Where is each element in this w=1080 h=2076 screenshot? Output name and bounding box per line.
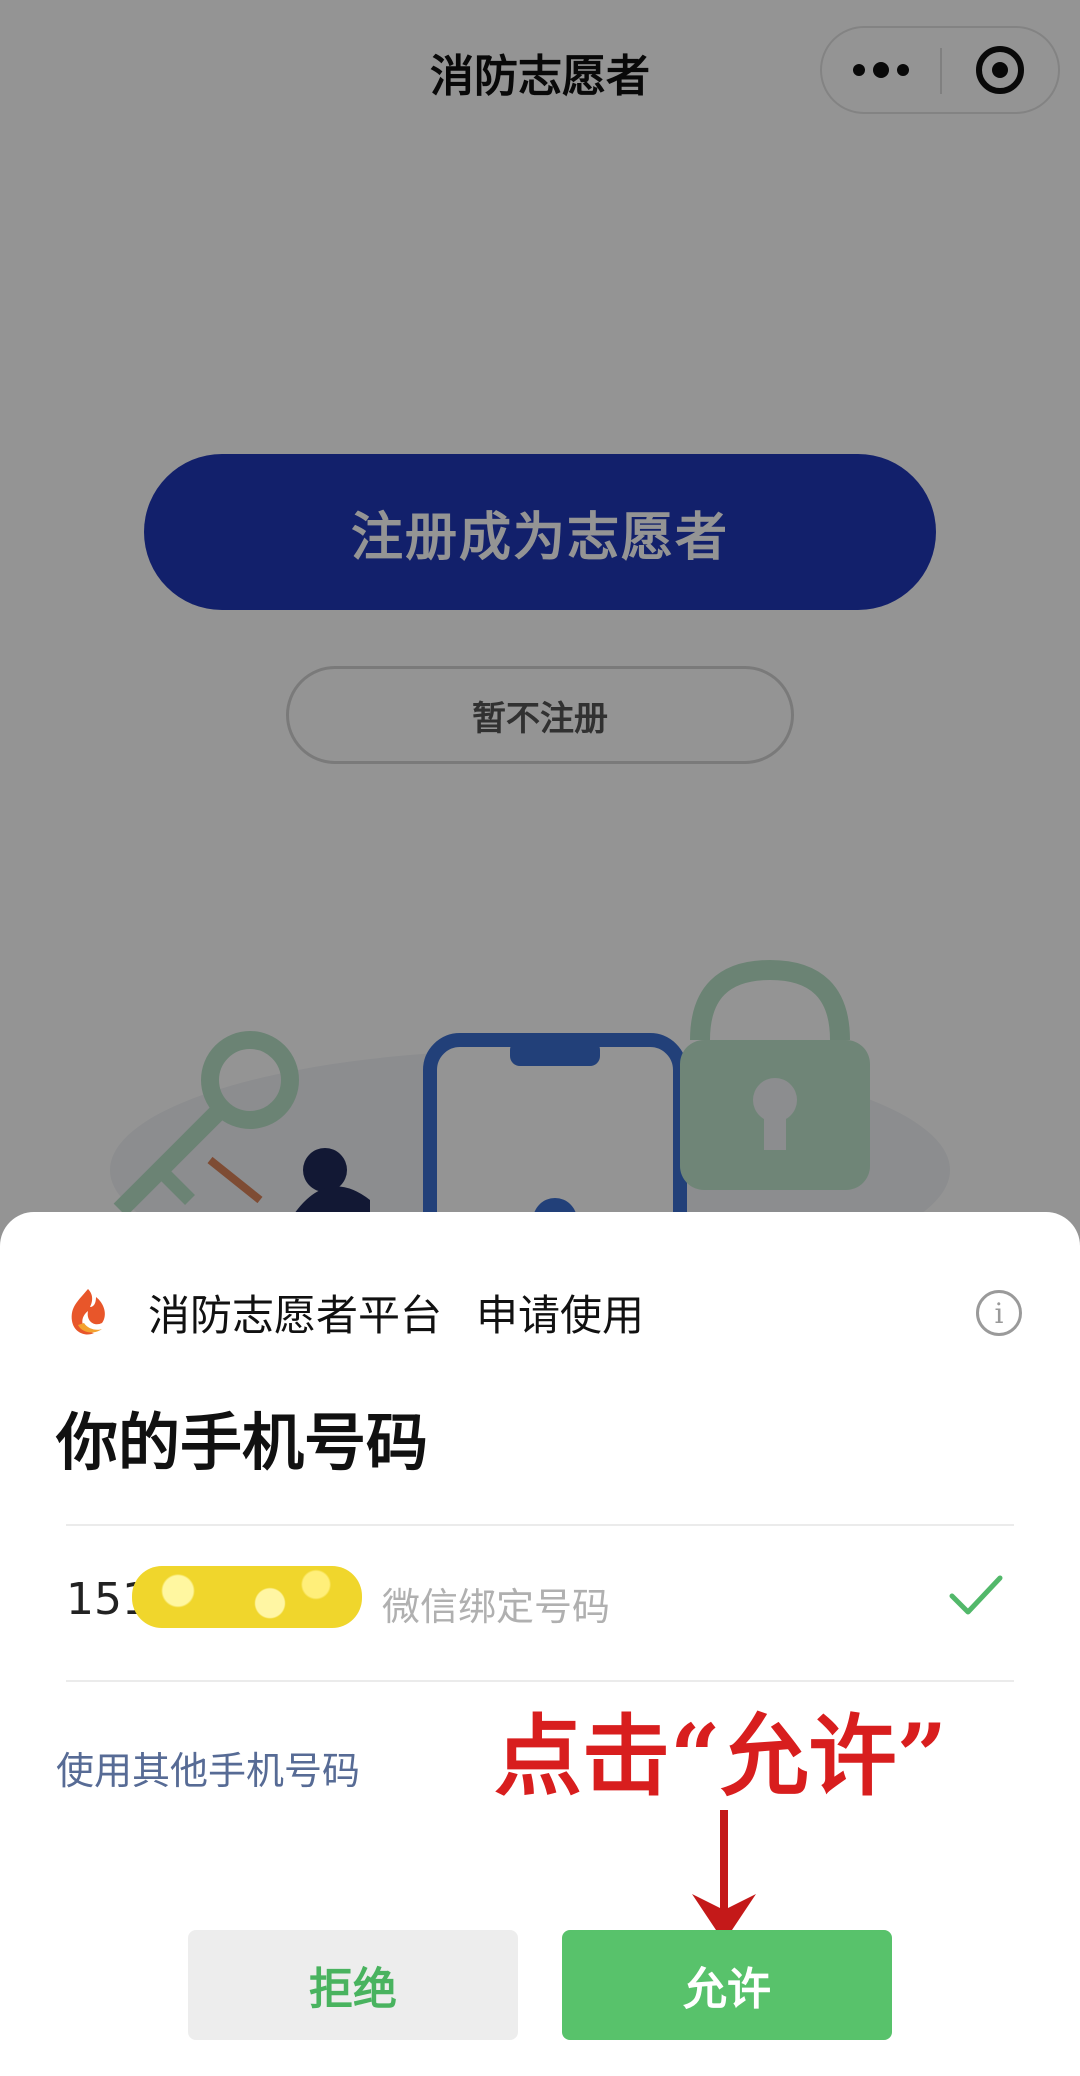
- info-icon[interactable]: i: [976, 1290, 1022, 1336]
- allow-button[interactable]: 允许: [562, 1930, 892, 2040]
- flame-logo-icon: [71, 1288, 105, 1334]
- phone-number-redaction: [132, 1566, 362, 1628]
- phone-auth-sheet: 消防志愿者平台 申请使用 i 你的手机号码 151 微信绑定号码 使用其他手机号…: [0, 1212, 1080, 2076]
- app-name: 消防志愿者平台: [148, 1291, 443, 1340]
- use-other-phone-link[interactable]: 使用其他手机号码: [56, 1740, 360, 1795]
- request-action: 申请使用: [476, 1291, 645, 1340]
- annotation-text: 点击“允许”: [494, 1704, 948, 1808]
- phone-bound-tag: 微信绑定号码: [382, 1585, 611, 1629]
- divider: [66, 1680, 1014, 1682]
- dialog-title: 你的手机号码: [56, 1406, 429, 1479]
- app-header: 消防志愿者平台 申请使用: [60, 1282, 644, 1343]
- deny-button[interactable]: 拒绝: [188, 1930, 518, 2040]
- phone-option-row[interactable]: 151 微信绑定号码: [66, 1524, 1014, 1680]
- arrow-down-icon: [692, 1810, 756, 1942]
- check-icon: [949, 1575, 1003, 1615]
